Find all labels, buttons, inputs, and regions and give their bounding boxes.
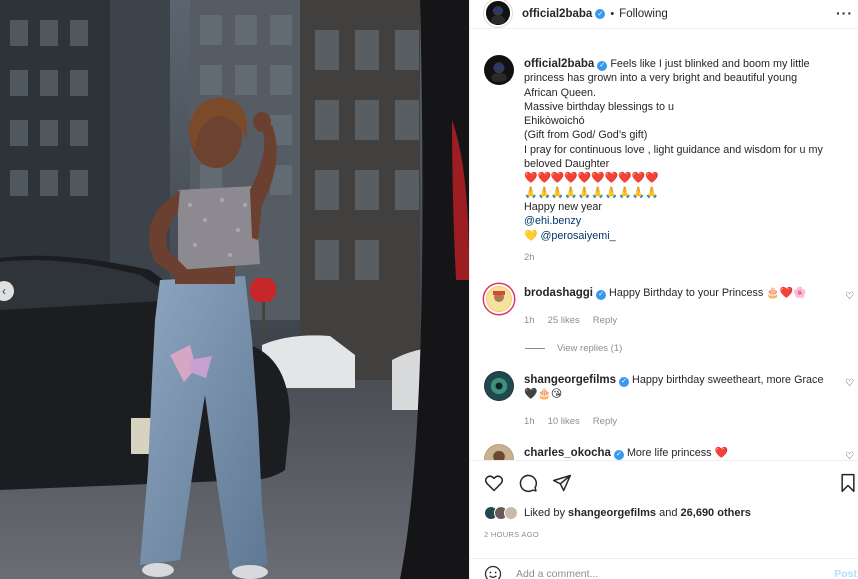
caption-author-avatar[interactable] — [484, 55, 514, 85]
comment-content: Happy birthday sweetheart, more Grace — [632, 374, 824, 386]
view-replies-label: View replies (1) — [557, 343, 623, 354]
liker-avatar[interactable] — [504, 506, 518, 520]
heart-emoji: 💛 — [524, 229, 538, 242]
caption-line: Massive birthday blessings to u — [524, 100, 675, 113]
comment-meta: 1h 25 likes Reply — [524, 315, 617, 326]
liked-by-suffix: and — [656, 507, 681, 519]
comment-emojis: 🖤🎂😘 — [524, 388, 563, 401]
post-timestamp[interactable]: 2 HOURS AGO — [484, 530, 539, 539]
comment-item: brodashaggi ✓ Happy Birthday to your Prin… — [484, 284, 858, 334]
like-comment-heart-icon[interactable]: ♡ — [845, 378, 854, 389]
caption-line: Feels like I just blinked and boom my li… — [610, 58, 810, 70]
author-username[interactable]: official2baba — [522, 8, 592, 20]
mention-link[interactable]: @perosaiyemi_ — [540, 230, 615, 242]
comment-time[interactable]: 1h — [524, 315, 535, 326]
comment-icon[interactable] — [518, 473, 538, 493]
commenter-avatar[interactable] — [484, 284, 514, 314]
following-button[interactable]: Following — [619, 8, 668, 20]
author-avatar[interactable] — [484, 0, 512, 27]
bookmark-icon[interactable] — [839, 473, 857, 493]
reply-button[interactable]: Reply — [593, 315, 617, 326]
liked-by-prefix: Liked by — [524, 507, 569, 519]
add-comment-bar: Add a comment... Post — [470, 558, 858, 579]
action-buttons — [484, 473, 572, 493]
post-actions: Liked by shangeorgefilms and 26,690 othe… — [470, 460, 858, 579]
view-replies-button[interactable]: View replies (1) — [525, 343, 622, 354]
photo-illustration — [0, 0, 469, 579]
comment-content: Happy Birthday to your Princess 🎂❤️🌸 — [609, 287, 807, 299]
verified-icon: ✓ — [613, 450, 624, 460]
post-comment-button[interactable]: Post — [834, 568, 857, 579]
like-comment-heart-icon[interactable]: ♡ — [845, 451, 854, 460]
commenter-username[interactable]: brodashaggi — [524, 287, 593, 299]
caption-time[interactable]: 2h — [524, 251, 856, 265]
caption-emoji-hearts: ❤️❤️❤️❤️❤️❤️❤️❤️❤️❤️ — [524, 172, 659, 185]
commenter-avatar[interactable] — [484, 371, 514, 401]
commenter-username[interactable]: charles_okocha — [524, 447, 611, 459]
comment-item: shangeorgefilms ✓ Happy birthday sweethea… — [484, 371, 858, 431]
caption-line: Ehikòwoichó — [524, 115, 585, 128]
post-header: official2baba ✓ • Following ··· — [470, 0, 858, 29]
post-details-pane: official2baba ✓ • Following ··· official… — [469, 0, 858, 579]
liked-by-summary: Liked by shangeorgefilms and 26,690 othe… — [484, 506, 751, 520]
verified-icon: ✓ — [596, 290, 607, 301]
comments-scroll-area[interactable]: official2baba ✓ Feels like I just blinked… — [470, 40, 858, 460]
comment-likes[interactable]: 25 likes — [548, 315, 580, 326]
comment-input[interactable]: Add a comment... — [516, 568, 598, 579]
caption-closing: Happy new year — [524, 200, 603, 213]
commenter-username[interactable]: shangeorgefilms — [524, 374, 616, 386]
comment-likes[interactable]: 10 likes — [548, 416, 580, 427]
caption-emoji-pray: 🙏🙏🙏🙏🙏🙏🙏🙏🙏🙏 — [524, 186, 659, 199]
post-photo[interactable]: ‹ — [0, 0, 469, 579]
comment-text: brodashaggi ✓ Happy Birthday to your Prin… — [524, 286, 842, 301]
smile-icon[interactable] — [484, 565, 502, 579]
liked-by-others[interactable]: 26,690 others — [681, 507, 751, 519]
separator-dot: • — [610, 8, 615, 20]
verified-icon: ✓ — [597, 61, 608, 72]
comment-meta: 1h 10 likes Reply — [524, 416, 617, 427]
view-replies-line — [525, 348, 545, 349]
liked-by-text: Liked by shangeorgefilms and 26,690 othe… — [524, 507, 751, 519]
comment-item: charles_okocha ✓ More life princess ❤️ ♡ — [484, 444, 858, 460]
comment-text: shangeorgefilms ✓ Happy birthday sweethea… — [524, 373, 842, 402]
verified-icon: ✓ — [619, 377, 630, 388]
verified-icon: ✓ — [595, 9, 606, 19]
caption-line: African Queen. — [524, 86, 597, 99]
caption-line: (Gift from God/ God’s gift) — [524, 129, 648, 142]
caption-username[interactable]: official2baba — [524, 58, 594, 70]
more-icon[interactable]: ··· — [836, 5, 853, 21]
post-caption: official2baba ✓ Feels like I just blinked… — [484, 55, 854, 285]
heart-icon[interactable] — [484, 473, 504, 493]
share-icon[interactable] — [552, 473, 572, 493]
caption-text: official2baba ✓ Feels like I just blinked… — [524, 57, 856, 265]
caption-line: I pray for continuous love , light guida… — [524, 143, 823, 156]
like-comment-heart-icon[interactable]: ♡ — [845, 291, 854, 302]
liked-by-user[interactable]: shangeorgefilms — [568, 507, 656, 519]
comment-time[interactable]: 1h — [524, 416, 535, 427]
caption-line: princess has grown into a very bright an… — [524, 72, 798, 85]
reply-button[interactable]: Reply — [593, 416, 617, 427]
instagram-post-view: ‹ official2baba ✓ • Following ··· offici… — [0, 0, 858, 579]
mention-link[interactable]: @ehi.benzy — [524, 214, 856, 228]
comment-text: charles_okocha ✓ More life princess ❤️ — [524, 446, 842, 460]
commenter-avatar[interactable] — [484, 444, 514, 460]
caption-line: beloved Daughter — [524, 158, 610, 171]
comment-content: More life princess ❤️ — [626, 447, 728, 459]
